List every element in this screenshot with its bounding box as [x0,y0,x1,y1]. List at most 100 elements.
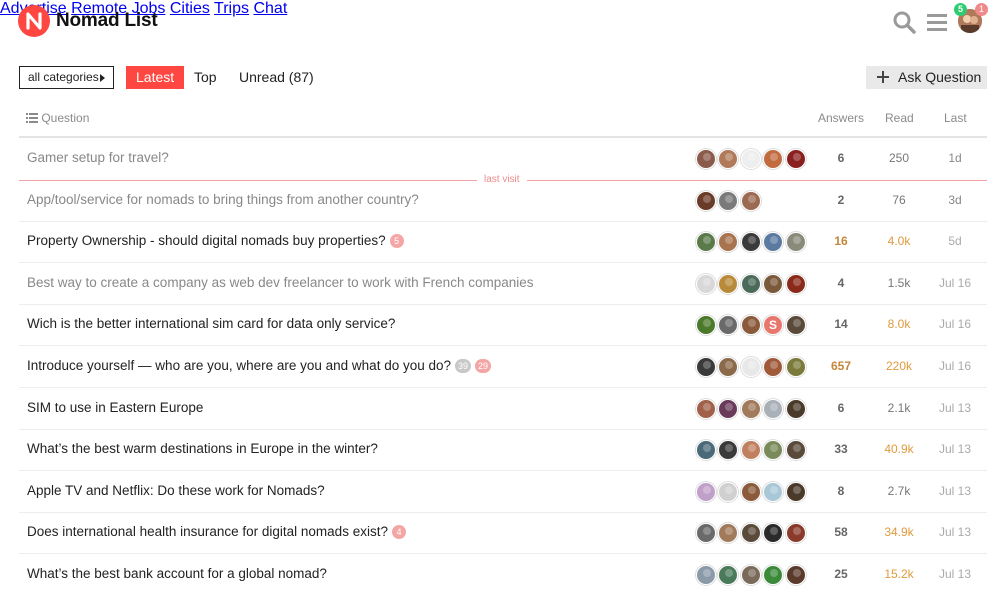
last-activity[interactable]: 5d [925,234,985,248]
participant-avatar[interactable] [696,565,716,585]
last-activity[interactable]: Jul 13 [925,567,985,581]
participant-avatar[interactable] [763,440,783,461]
participant-avatar[interactable] [741,523,761,544]
participant-avatar[interactable] [718,481,738,502]
ask-question-button[interactable]: Ask Question [866,66,987,89]
topic-title[interactable]: Best way to create a company as web dev … [27,275,534,290]
participant-avatar[interactable] [786,149,806,169]
unread-count-badge[interactable]: 29 [475,359,492,373]
participant-avatar[interactable] [763,149,783,169]
topic-row[interactable]: What’s the best warm destinations in Eur… [19,429,987,472]
participant-avatar[interactable] [718,565,738,585]
menu-icon[interactable] [927,10,947,39]
participant-avatar[interactable] [786,565,806,585]
topic-title-text[interactable]: Does international health insurance for … [27,524,388,539]
participant-avatar[interactable] [763,273,783,294]
unread-count-badge[interactable]: 5 [389,234,404,249]
nav-chat[interactable]: Chat [253,0,287,17]
topic-title[interactable]: Introduce yourself — who are you, where … [27,358,492,373]
participant-avatar[interactable] [763,523,783,544]
participant-avatar[interactable] [741,232,761,253]
topic-title[interactable]: SIM to use in Eastern Europe [27,400,203,415]
topic-row[interactable]: Best way to create a company as web dev … [19,263,987,305]
topic-row[interactable]: Introduce yourself — who are you, where … [19,346,987,388]
brand-name[interactable]: Nomad List [56,10,158,32]
topic-title[interactable]: Does international health insurance for … [27,524,406,540]
topic-title-text[interactable]: SIM to use in Eastern Europe [27,400,203,415]
topic-title-text[interactable]: Wich is the better international sim car… [27,316,395,331]
tab-top[interactable]: Top [194,66,217,89]
participant-avatar[interactable] [696,523,716,544]
participant-avatar[interactable] [718,523,738,544]
topic-title[interactable]: Property Ownership - should digital noma… [27,233,404,249]
topic-row[interactable]: What’s the best bank account for a globa… [19,554,987,592]
participant-avatar[interactable] [763,481,783,502]
participant-avatar[interactable] [741,565,761,585]
unread-count-badge[interactable]: 4 [391,525,406,540]
participant-avatar[interactable] [741,481,761,502]
topic-title[interactable]: What’s the best bank account for a globa… [27,566,327,581]
participant-avatar[interactable] [763,398,783,419]
participant-avatar[interactable] [741,315,761,336]
participant-avatar[interactable] [786,357,806,377]
search-icon[interactable] [892,10,916,39]
participant-avatar[interactable] [763,357,783,377]
nav-cities[interactable]: Cities [170,0,210,17]
participant-avatar[interactable] [718,357,738,377]
participant-avatar[interactable] [696,481,716,502]
topic-title-text[interactable]: What’s the best bank account for a globa… [27,566,327,581]
participant-avatar[interactable] [718,273,738,294]
tab-latest[interactable]: Latest [126,66,185,89]
topic-title-text[interactable]: Apple TV and Netflix: Do these work for … [27,483,325,498]
participant-avatar[interactable] [786,398,806,419]
participant-avatar[interactable] [718,440,738,461]
column-last[interactable]: Last [944,111,967,125]
participant-avatar[interactable] [696,273,716,294]
participant-avatar[interactable] [696,357,716,377]
column-question[interactable]: Question [26,111,89,125]
topic-title[interactable]: App/tool/service for nomads to bring thi… [27,192,419,207]
category-select[interactable]: all categories [19,66,114,89]
participant-avatar[interactable] [741,190,761,211]
participant-avatar[interactable] [786,315,806,336]
column-read[interactable]: Read [885,111,914,125]
participant-avatar[interactable] [786,481,806,502]
topic-row[interactable]: App/tool/service for nomads to bring thi… [19,180,987,222]
participant-avatar[interactable] [696,232,716,253]
topic-title-text[interactable]: Introduce yourself — who are you, where … [27,358,451,373]
participant-avatar[interactable] [718,232,738,253]
participant-avatar[interactable] [696,315,716,336]
last-activity[interactable]: Jul 13 [925,401,985,415]
participant-avatar[interactable] [763,565,783,585]
topic-row[interactable]: Does international health insurance for … [19,512,987,555]
topic-title[interactable]: Gamer setup for travel? [27,150,169,165]
participant-avatar[interactable] [696,149,716,169]
topic-row[interactable]: Property Ownership - should digital noma… [19,221,987,264]
topic-title[interactable]: Apple TV and Netflix: Do these work for … [27,483,325,498]
topic-row[interactable]: Apple TV and Netflix: Do these work for … [19,471,987,513]
participant-avatar[interactable] [763,232,783,253]
last-activity[interactable]: Jul 13 [925,525,985,539]
participant-avatar[interactable] [786,232,806,253]
last-activity[interactable]: Jul 13 [925,442,985,456]
topic-row[interactable]: SIM to use in Eastern Europe 6 2.1k Jul 13 [19,388,987,430]
participant-avatar[interactable] [718,190,738,211]
participant-avatar[interactable]: S [763,315,783,336]
tab-unread[interactable]: Unread (87) [239,66,314,89]
participant-avatar[interactable] [741,357,761,377]
topic-title-text[interactable]: App/tool/service for nomads to bring thi… [27,192,419,207]
last-activity[interactable]: Jul 13 [925,484,985,498]
participant-avatar[interactable] [786,440,806,461]
participant-avatar[interactable] [741,398,761,419]
participant-avatar[interactable] [741,440,761,461]
nomad-list-logo[interactable] [18,5,50,37]
last-activity[interactable]: Jul 16 [925,359,985,373]
participant-avatar[interactable] [786,523,806,544]
last-activity[interactable]: 1d [925,151,985,165]
participant-avatar[interactable] [718,149,738,169]
participant-avatar[interactable] [786,273,806,294]
topic-title[interactable]: Wich is the better international sim car… [27,316,395,331]
participant-avatar[interactable] [696,190,716,211]
participant-avatar[interactable] [696,440,716,461]
unread-count-badge[interactable]: 39 [455,359,472,373]
